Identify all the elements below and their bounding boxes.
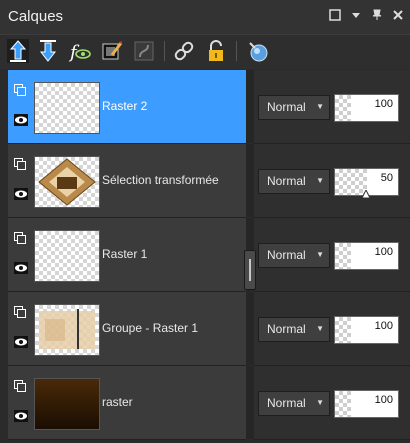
layer-type-icon xyxy=(14,380,26,392)
layer-controls: Normal ▼ 100 xyxy=(254,292,410,366)
layer-info[interactable]: Raster 2 xyxy=(8,70,246,144)
menu-arrow-icon[interactable] xyxy=(350,9,362,21)
edit-mask-icon[interactable] xyxy=(100,39,124,63)
blend-mode-dropdown[interactable]: Normal ▼ xyxy=(258,317,330,342)
opacity-value: 100 xyxy=(374,246,393,258)
eye-icon[interactable] xyxy=(14,410,28,422)
blend-mode-dropdown[interactable]: Normal ▼ xyxy=(258,169,330,194)
mask-icon[interactable] xyxy=(132,39,156,63)
layer-info[interactable]: Raster 1 xyxy=(8,218,246,292)
layer-thumbnail xyxy=(34,304,100,356)
layer-type-icon xyxy=(14,306,26,318)
layer-controls: Normal ▼ 100 xyxy=(254,70,410,144)
blend-mode-label: Normal xyxy=(267,100,306,114)
layer-controls: Normal ▼ 100 xyxy=(254,366,410,440)
panel-titlebar: Calques xyxy=(0,0,410,35)
toolbar-separator xyxy=(236,41,237,61)
visibility-icon[interactable]: f xyxy=(68,39,92,63)
layer-info[interactable]: Groupe - Raster 1 xyxy=(8,292,246,366)
opacity-slider-handle[interactable] xyxy=(362,190,370,198)
opacity-slider[interactable]: 50 xyxy=(334,168,399,198)
chevron-down-icon: ▼ xyxy=(316,102,324,111)
row-gutter xyxy=(246,144,254,217)
opacity-value: 50 xyxy=(380,172,393,184)
toolbar-separator xyxy=(164,41,165,61)
layers-toolbar: f xyxy=(0,35,410,69)
window-controls xyxy=(329,9,404,21)
layer-info[interactable]: raster xyxy=(8,366,246,440)
lock-icon[interactable] xyxy=(204,39,228,63)
layer-name[interactable]: raster xyxy=(102,395,133,409)
layer-thumbnail xyxy=(34,378,100,430)
blend-mode-dropdown[interactable]: Normal ▼ xyxy=(258,95,330,120)
layer-thumbnail-image xyxy=(39,309,95,349)
pin-icon[interactable] xyxy=(371,9,383,21)
properties-icon[interactable] xyxy=(246,39,270,63)
opacity-slider[interactable]: 100 xyxy=(334,94,399,122)
eye-icon[interactable] xyxy=(14,114,28,126)
blend-mode-dropdown[interactable]: Normal ▼ xyxy=(258,243,330,268)
restore-icon[interactable] xyxy=(329,9,341,21)
layer-name[interactable]: Sélection transformée xyxy=(102,173,219,187)
panel-splitter-handle[interactable] xyxy=(244,250,256,290)
layer-name[interactable]: Raster 1 xyxy=(102,247,147,261)
chevron-down-icon: ▼ xyxy=(316,176,324,185)
close-icon[interactable] xyxy=(392,9,404,21)
opacity-value: 100 xyxy=(374,394,393,406)
layer-controls: Normal ▼ 50 xyxy=(254,144,410,218)
layer-info[interactable]: Sélection transformée xyxy=(8,144,246,218)
layer-controls: Normal ▼ 100 xyxy=(254,218,410,292)
layer-row[interactable]: Sélection transformée Normal ▼ 50 xyxy=(0,144,410,218)
opacity-slider[interactable]: 100 xyxy=(334,242,399,270)
chevron-down-icon: ▼ xyxy=(316,398,324,407)
layer-thumbnail xyxy=(34,82,100,134)
new-raster-layer-icon[interactable] xyxy=(6,39,30,63)
opacity-slider[interactable]: 100 xyxy=(334,316,399,344)
chevron-down-icon: ▼ xyxy=(316,324,324,333)
layer-type-icon xyxy=(14,232,26,244)
layer-type-icon xyxy=(14,84,26,96)
layer-row[interactable]: Raster 1 Normal ▼ 100 xyxy=(0,218,410,292)
splitter-grip xyxy=(249,259,251,281)
layer-row[interactable]: raster Normal ▼ 100 xyxy=(0,366,410,440)
layer-type-icon xyxy=(14,158,26,170)
opacity-value: 100 xyxy=(374,98,393,110)
layer-row[interactable]: Groupe - Raster 1 Normal ▼ 100 xyxy=(0,292,410,366)
eye-icon[interactable] xyxy=(14,188,28,200)
chevron-down-icon: ▼ xyxy=(316,250,324,259)
new-vector-layer-icon[interactable] xyxy=(36,39,60,63)
layer-thumbnail xyxy=(34,230,100,282)
blend-mode-label: Normal xyxy=(267,396,306,410)
layer-thumbnail-image xyxy=(38,158,96,206)
opacity-slider[interactable]: 100 xyxy=(334,390,399,418)
layer-name[interactable]: Groupe - Raster 1 xyxy=(102,321,198,335)
layer-name[interactable]: Raster 2 xyxy=(102,99,147,113)
blend-mode-dropdown[interactable]: Normal ▼ xyxy=(258,391,330,416)
layers-list: Raster 2 Normal ▼ 100 Sélection transform… xyxy=(0,70,410,443)
eye-icon[interactable] xyxy=(14,336,28,348)
eye-icon[interactable] xyxy=(14,262,28,274)
row-gutter xyxy=(246,292,254,365)
panel-title: Calques xyxy=(8,8,64,25)
row-gutter xyxy=(246,366,254,439)
blend-mode-label: Normal xyxy=(267,248,306,262)
layer-row[interactable]: Raster 2 Normal ▼ 100 xyxy=(0,70,410,144)
opacity-value: 100 xyxy=(374,320,393,332)
blend-mode-label: Normal xyxy=(267,174,306,188)
layer-thumbnail xyxy=(34,156,100,208)
svg-text:f: f xyxy=(68,42,80,63)
row-gutter xyxy=(246,70,254,143)
link-icon[interactable] xyxy=(172,39,196,63)
blend-mode-label: Normal xyxy=(267,322,306,336)
